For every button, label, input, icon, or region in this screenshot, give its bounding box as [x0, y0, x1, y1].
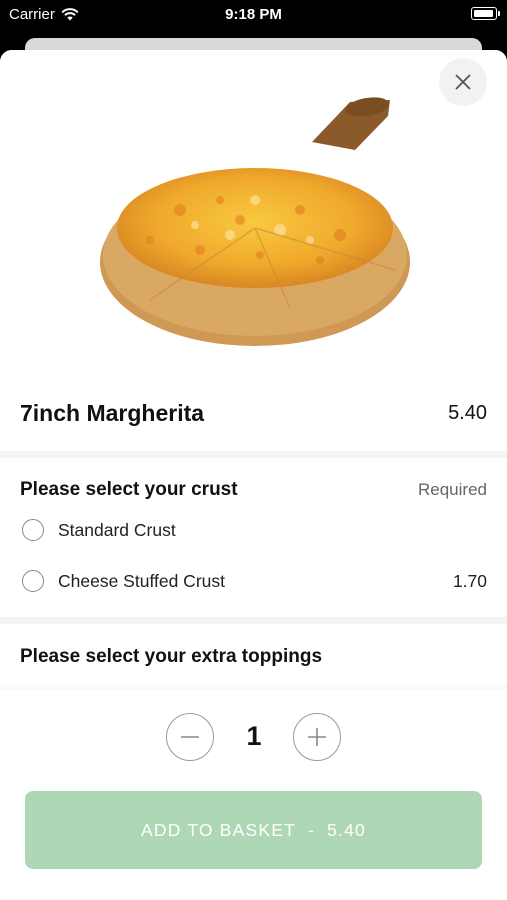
status-time: 9:18 PM — [225, 6, 282, 23]
radio-button[interactable] — [22, 570, 44, 592]
crust-option-cheese-stuffed[interactable]: Cheese Stuffed Crust 1.70 — [0, 559, 507, 603]
option-label: Cheese Stuffed Crust — [58, 571, 225, 591]
pizza-image — [100, 97, 410, 346]
minus-icon — [181, 736, 199, 738]
section-divider — [0, 684, 507, 690]
toppings-section-title[interactable]: Please select your extra toppings — [20, 646, 322, 668]
close-button[interactable] — [439, 58, 487, 106]
product-image — [0, 50, 507, 377]
basket-button-separator: - — [308, 819, 316, 840]
required-label: Required — [418, 480, 487, 499]
basket-button-label: ADD TO BASKET — [141, 819, 297, 840]
product-price: 5.40 — [448, 402, 487, 424]
crust-section-title: Please select your crust — [20, 479, 238, 500]
increase-quantity-button[interactable] — [293, 713, 341, 761]
quantity-value: 1 — [246, 721, 262, 751]
product-detail-sheet: 7inch Margherita 5.40 Please select your… — [0, 50, 507, 900]
option-price: 1.70 — [452, 571, 487, 591]
decrease-quantity-button[interactable] — [166, 713, 214, 761]
basket-button-total: 5.40 — [327, 819, 366, 840]
status-bar: Carrier 9:18 PM — [0, 0, 507, 30]
product-name: 7inch Margherita — [20, 400, 205, 426]
battery-icon — [471, 7, 500, 20]
add-to-basket-button[interactable]: ADD TO BASKET - 5.40 — [25, 791, 482, 869]
section-divider — [0, 617, 507, 624]
close-icon — [455, 74, 471, 90]
crust-option-standard[interactable]: Standard Crust — [0, 508, 507, 552]
radio-button[interactable] — [22, 519, 44, 541]
product-header: 7inch Margherita 5.40 — [0, 380, 507, 450]
plus-icon — [308, 728, 326, 746]
section-divider — [0, 451, 507, 458]
quantity-stepper: 1 — [0, 713, 507, 763]
option-label: Standard Crust — [58, 520, 176, 540]
